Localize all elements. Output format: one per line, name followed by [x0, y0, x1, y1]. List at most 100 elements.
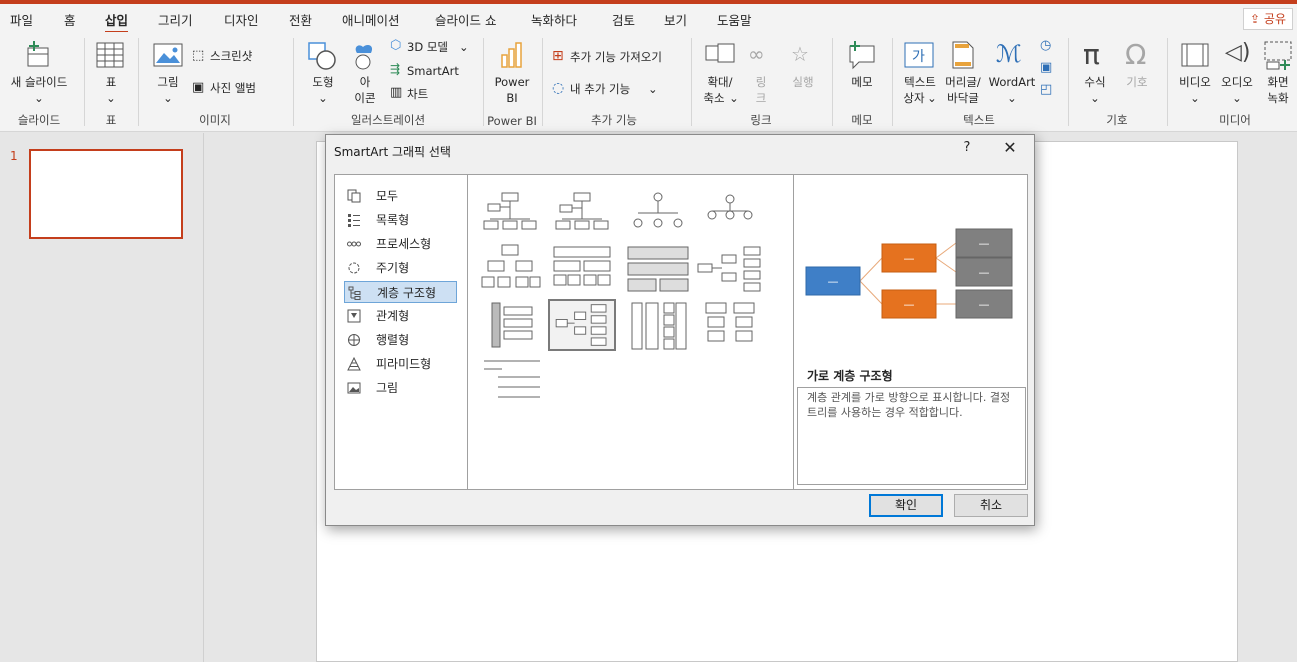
link-button[interactable]: 링 — [753, 74, 769, 90]
share-button[interactable]: ⇪ 공유 — [1243, 8, 1293, 30]
layout-horizontal-org-chart[interactable] — [696, 243, 764, 295]
header-footer-button[interactable]: 머리글/ — [942, 74, 984, 90]
wordart-icon: ℳ — [996, 40, 1022, 68]
share-label: 공유 — [1263, 12, 1286, 26]
tab-file[interactable]: 파일 — [10, 10, 33, 29]
powerbi-button[interactable]: Power — [493, 74, 531, 90]
screen-recording-button[interactable]: 화면 — [1263, 74, 1293, 90]
preview-box-text: — — [828, 275, 839, 288]
tab-help[interactable]: 도움말 — [717, 10, 752, 29]
comment-icon — [849, 41, 875, 70]
link-button-line2[interactable]: 크 — [753, 90, 769, 106]
audio-button[interactable]: 오디오 — [1217, 74, 1257, 90]
layout-circle-picture-hierarchy[interactable] — [624, 185, 692, 237]
chevron-down-icon[interactable]: ⌄ — [648, 81, 658, 97]
group-divider — [84, 38, 85, 126]
category-pyramid[interactable]: 피라미드형 — [344, 353, 457, 375]
group-label-illustrations: 일러스트레이션 — [350, 113, 426, 127]
layout-table-hierarchy[interactable] — [548, 243, 616, 295]
chevron-down-icon[interactable]: ⌄ — [33, 90, 45, 106]
my-addins-button[interactable]: 내 추가 기능 — [570, 81, 630, 97]
powerbi-button-line2[interactable]: BI — [493, 90, 531, 106]
symbol-button[interactable]: 기호 — [1124, 74, 1150, 90]
tab-view[interactable]: 보기 — [664, 10, 687, 29]
category-list-type[interactable]: 목록형 — [344, 209, 457, 231]
tab-record[interactable]: 녹화하다 — [531, 10, 577, 29]
layout-vertical-hierarchy[interactable] — [624, 301, 692, 353]
chart-button[interactable]: 차트 — [407, 86, 428, 102]
category-cycle[interactable]: 주기형 — [344, 257, 457, 279]
tab-home[interactable]: 홈 — [64, 10, 76, 29]
layout-indented-list[interactable] — [476, 357, 544, 409]
layout-lined-list[interactable] — [696, 301, 764, 353]
category-process[interactable]: 프로세스형 — [344, 233, 457, 255]
group-media: 비디오 ⌄ ◁) 오디오 ⌄ 화면 녹화 미디어 — [1169, 32, 1297, 132]
chevron-down-icon[interactable]: ⌄ — [317, 90, 329, 106]
chevron-down-icon[interactable]: ⌄ — [105, 90, 117, 106]
help-button[interactable]: ? — [960, 140, 974, 155]
smartart-button[interactable]: SmartArt — [407, 63, 459, 79]
tab-draw[interactable]: 그리기 — [158, 10, 193, 29]
category-hierarchy[interactable]: 계층 구조형 — [344, 281, 457, 303]
chevron-down-icon[interactable]: ⌄ — [1189, 90, 1201, 106]
wordart-button[interactable]: WordArt — [987, 74, 1037, 90]
video-button[interactable]: 비디오 — [1175, 74, 1215, 90]
tab-insert[interactable]: 삽입 — [105, 10, 129, 34]
tab-slideshow[interactable]: 슬라이드 쇼 — [435, 10, 496, 29]
chevron-down-icon[interactable]: ⌄ — [162, 90, 174, 106]
action-button[interactable]: 실행 — [789, 74, 817, 90]
layout-name-title-org-chart[interactable] — [548, 185, 616, 237]
equation-button[interactable]: 수식 — [1082, 74, 1108, 90]
slide-thumbnail[interactable] — [29, 149, 183, 239]
tab-review[interactable]: 검토 — [612, 10, 635, 29]
shapes-button[interactable]: 도형 — [310, 74, 336, 90]
category-relationship[interactable]: 관계형 — [344, 305, 457, 327]
table-button[interactable]: 표 — [104, 74, 118, 90]
chevron-down-icon[interactable]: ⌄ — [1231, 90, 1243, 106]
layout-architecture[interactable] — [624, 243, 692, 295]
model-3d-button[interactable]: 3D 모델 — [407, 39, 448, 55]
icons-button[interactable]: 아 — [359, 74, 371, 90]
zoom-button[interactable]: 확대/ — [701, 74, 739, 90]
tab-transitions[interactable]: 전환 — [289, 10, 312, 29]
chevron-down-icon[interactable]: ⌄ — [1006, 90, 1018, 106]
chevron-down-icon[interactable]: ⌄ — [1089, 90, 1101, 106]
category-matrix[interactable]: 행렬형 — [344, 329, 457, 351]
get-addins-button[interactable]: 추가 기능 가져오기 — [570, 49, 662, 65]
ok-button[interactable]: 확인 — [869, 494, 943, 517]
category-all[interactable]: 모두 — [344, 185, 457, 207]
preview-box-text: — — [979, 266, 990, 279]
layout-labeled-hierarchy[interactable] — [696, 185, 764, 237]
group-label-table: 표 — [105, 113, 117, 127]
chevron-down-icon[interactable]: ⌄ — [459, 39, 469, 55]
tab-design[interactable]: 디자인 — [224, 10, 259, 29]
group-addins: ⊞ 추가 기능 가져오기 ◌ 내 추가 기능 ⌄ 추가 기능 — [544, 32, 689, 132]
category-picture[interactable]: 그림 — [344, 377, 457, 399]
layout-horizontal-hierarchy[interactable] — [548, 299, 616, 351]
tab-animations[interactable]: 애니메이션 — [342, 10, 400, 29]
header-footer-button-line2[interactable]: 바닥글 — [942, 90, 984, 106]
comment-button[interactable]: 메모 — [848, 74, 876, 90]
close-icon[interactable]: ✕ — [1000, 138, 1020, 157]
screenshot-button[interactable]: 스크린샷 — [210, 48, 252, 64]
group-comments: 메모 메모 — [834, 32, 890, 132]
chevron-down-icon[interactable]: ⌄ — [927, 90, 937, 106]
preview-diagram: — — — — — — — [805, 228, 1013, 319]
icons-button-line2[interactable]: 이콘 — [351, 90, 379, 106]
picture-button[interactable]: 그림 — [154, 74, 182, 90]
textbox-button-line2[interactable]: 상자 — [900, 90, 928, 106]
zoom-button-line2[interactable]: 축소 — [697, 90, 731, 106]
textbox-button[interactable]: 텍스트 — [900, 74, 940, 90]
icons-icon — [355, 45, 373, 70]
chevron-down-icon[interactable]: ⌄ — [729, 90, 739, 106]
layout-org-chart[interactable] — [476, 185, 544, 237]
layout-hierarchy-list[interactable] — [476, 301, 544, 353]
object-icon: ◰ — [1040, 82, 1053, 97]
cancel-button[interactable]: 취소 — [954, 494, 1028, 517]
new-slide-button[interactable]: 새 슬라이드 — [6, 74, 72, 90]
layout-hierarchy[interactable] — [476, 243, 544, 295]
photo-album-button[interactable]: 사진 앨범 — [210, 80, 256, 96]
screen-recording-button-line2[interactable]: 녹화 — [1263, 90, 1293, 106]
action-icon: ☆ — [791, 42, 809, 66]
my-addins-icon: ◌ — [552, 80, 565, 96]
